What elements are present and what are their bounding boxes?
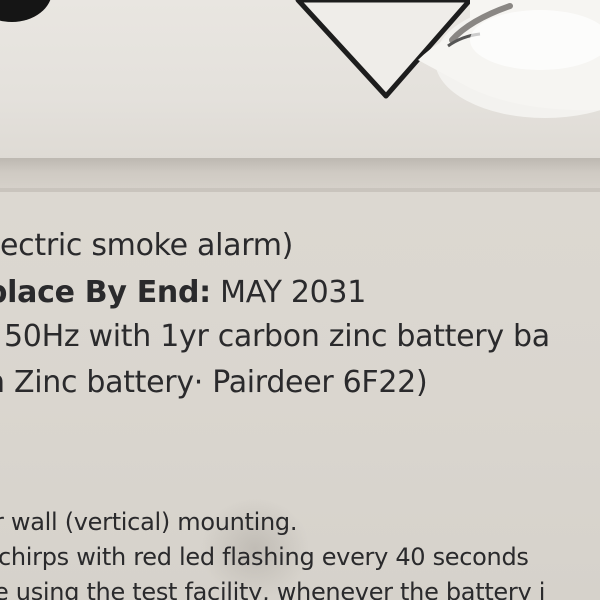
label-line-chirps: chirps with red led flashing every 40 se…: [0, 543, 529, 571]
label-line-power: 50Hz with 1yr carbon zinc battery ba: [4, 319, 550, 354]
replace-by-heading: place By End:: [0, 275, 211, 310]
label-line-test: e using the test facility, whenever the …: [0, 578, 546, 600]
photo-scene: ectric smoke alarm) place By End: MAY 20…: [0, 0, 600, 600]
label-line-battery: n Zinc battery· Pairdeer 6F22): [0, 365, 428, 400]
label-line-type: ectric smoke alarm): [0, 228, 294, 263]
replace-by-date: MAY 2031: [210, 275, 366, 310]
smoke-alarm-illustration: [295, 0, 600, 118]
label-line-mounting: r wall (vertical) mounting.: [0, 508, 298, 536]
label-line-replace-by: place By End: MAY 2031: [0, 275, 366, 310]
